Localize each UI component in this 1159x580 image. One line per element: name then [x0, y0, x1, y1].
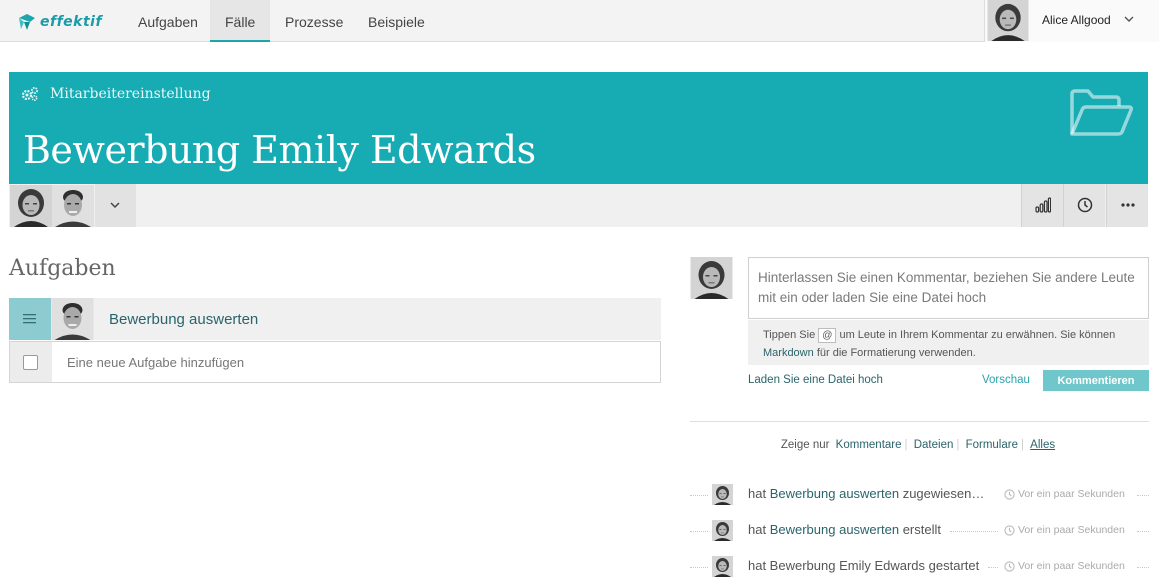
more-options-button[interactable]: [1106, 184, 1148, 227]
logo-mark-icon: [19, 14, 35, 30]
clock-icon: [1004, 525, 1015, 536]
user-menu[interactable]: Alice Allgood: [984, 0, 1159, 42]
task-item[interactable]: Bewerbung auswerten: [9, 298, 661, 340]
comment-input[interactable]: [748, 257, 1149, 319]
activity-item: hat Bewerbung auswerten erstellt Vor ein…: [690, 520, 1149, 542]
task-assignee-avatar: [51, 298, 94, 340]
new-task-row: [9, 341, 661, 383]
brand-name: effektif: [40, 14, 103, 30]
clock-icon: [1004, 489, 1015, 500]
activity-timestamp: Vor ein paar Sekunden: [1004, 524, 1125, 536]
activity-avatar: [712, 556, 733, 577]
nav-tab-prozesse[interactable]: Prozesse: [270, 0, 358, 42]
activity-text: hat Bewerbung auswerten erstellt: [748, 522, 941, 537]
preview-link[interactable]: Vorschau: [982, 374, 1030, 386]
markdown-link[interactable]: Markdown: [763, 347, 814, 359]
hint-text: um Leute in Ihrem Kommentar zu erwähnen.…: [839, 329, 1116, 341]
nav-tab-beispiele[interactable]: Beispiele: [353, 0, 440, 42]
divider: [690, 421, 1149, 422]
comment-hint: Tippen Sie @ um Leute in Ihrem Kommentar…: [748, 320, 1149, 365]
filter-files[interactable]: Dateien: [911, 439, 957, 451]
filter-forms[interactable]: Formulare: [963, 439, 1021, 451]
activity-timestamp: Vor ein paar Sekunden: [1004, 488, 1125, 500]
mention-key: @: [818, 328, 837, 343]
activity-text: hat Bewerbung Emily Edwards gestartet: [748, 558, 980, 573]
hint-text: für die Formatierung verwenden.: [816, 347, 976, 359]
task-title[interactable]: Bewerbung auswerten: [109, 311, 258, 328]
participant-avatar[interactable]: [52, 185, 94, 227]
signal-bars-icon: [1035, 197, 1051, 213]
activity-avatar: [712, 520, 733, 541]
case-title: Bewerbung Emily Edwards: [23, 128, 536, 172]
user-avatar: [987, 0, 1029, 41]
activity-task-link[interactable]: Bewerbung auswerten: [770, 486, 899, 501]
clock-icon: [1004, 561, 1015, 572]
user-name: Alice Allgood: [1042, 13, 1111, 27]
filter-label: Zeige nur: [780, 439, 830, 451]
activity-avatar: [712, 484, 733, 505]
nav-tab-faelle[interactable]: Fälle: [210, 0, 271, 42]
activity-text: hat Bewerbung auswerten zugewiesen…: [748, 486, 985, 501]
tasks-heading: Aufgaben: [9, 256, 116, 281]
stats-button[interactable]: [1021, 184, 1063, 227]
submit-comment-button[interactable]: Kommentieren: [1043, 370, 1149, 391]
nav-tab-aufgaben[interactable]: Aufgaben: [123, 0, 213, 42]
participants-bar: [9, 184, 1148, 227]
ellipsis-icon: [1121, 203, 1135, 207]
new-task-input[interactable]: [53, 342, 659, 382]
chevron-down-icon: [110, 202, 120, 209]
chevron-down-icon: [1124, 16, 1134, 22]
activity-task-link[interactable]: Bewerbung auswerten: [770, 522, 899, 537]
folder-open-icon[interactable]: [1068, 88, 1134, 140]
upload-file-link[interactable]: Laden Sie eine Datei hoch: [748, 374, 883, 386]
filter-all[interactable]: Alles: [1027, 439, 1058, 451]
task-drag-handle[interactable]: [9, 298, 51, 340]
activity-item: hat Bewerbung Emily Edwards gestartet Vo…: [690, 556, 1149, 578]
new-task-checkbox[interactable]: [10, 342, 52, 382]
clock-icon: [1077, 197, 1093, 213]
participant-avatar[interactable]: [10, 185, 52, 227]
case-header: Mitarbeitereinstellung Bewerbung Emily E…: [9, 72, 1148, 184]
commenter-avatar: [690, 257, 733, 299]
hamburger-icon: [23, 314, 36, 324]
participants-dropdown-button[interactable]: [95, 184, 136, 227]
process-breadcrumb[interactable]: Mitarbeitereinstellung: [50, 86, 211, 102]
gears-icon: [21, 87, 38, 102]
activity-item: hat Bewerbung auswerten zugewiesen… Vor …: [690, 484, 1149, 506]
brand-logo[interactable]: effektif: [18, 12, 102, 32]
hint-text: Tippen Sie: [763, 329, 816, 341]
filter-comments[interactable]: Kommentare: [833, 439, 905, 451]
history-button[interactable]: [1063, 184, 1105, 227]
top-navigation: effektif Aufgaben Fälle Prozesse Beispie…: [0, 0, 1159, 42]
activity-filter: Zeige nur Kommentare | Dateien | Formulare…: [690, 439, 1149, 451]
activity-timestamp: Vor ein paar Sekunden: [1004, 560, 1125, 572]
